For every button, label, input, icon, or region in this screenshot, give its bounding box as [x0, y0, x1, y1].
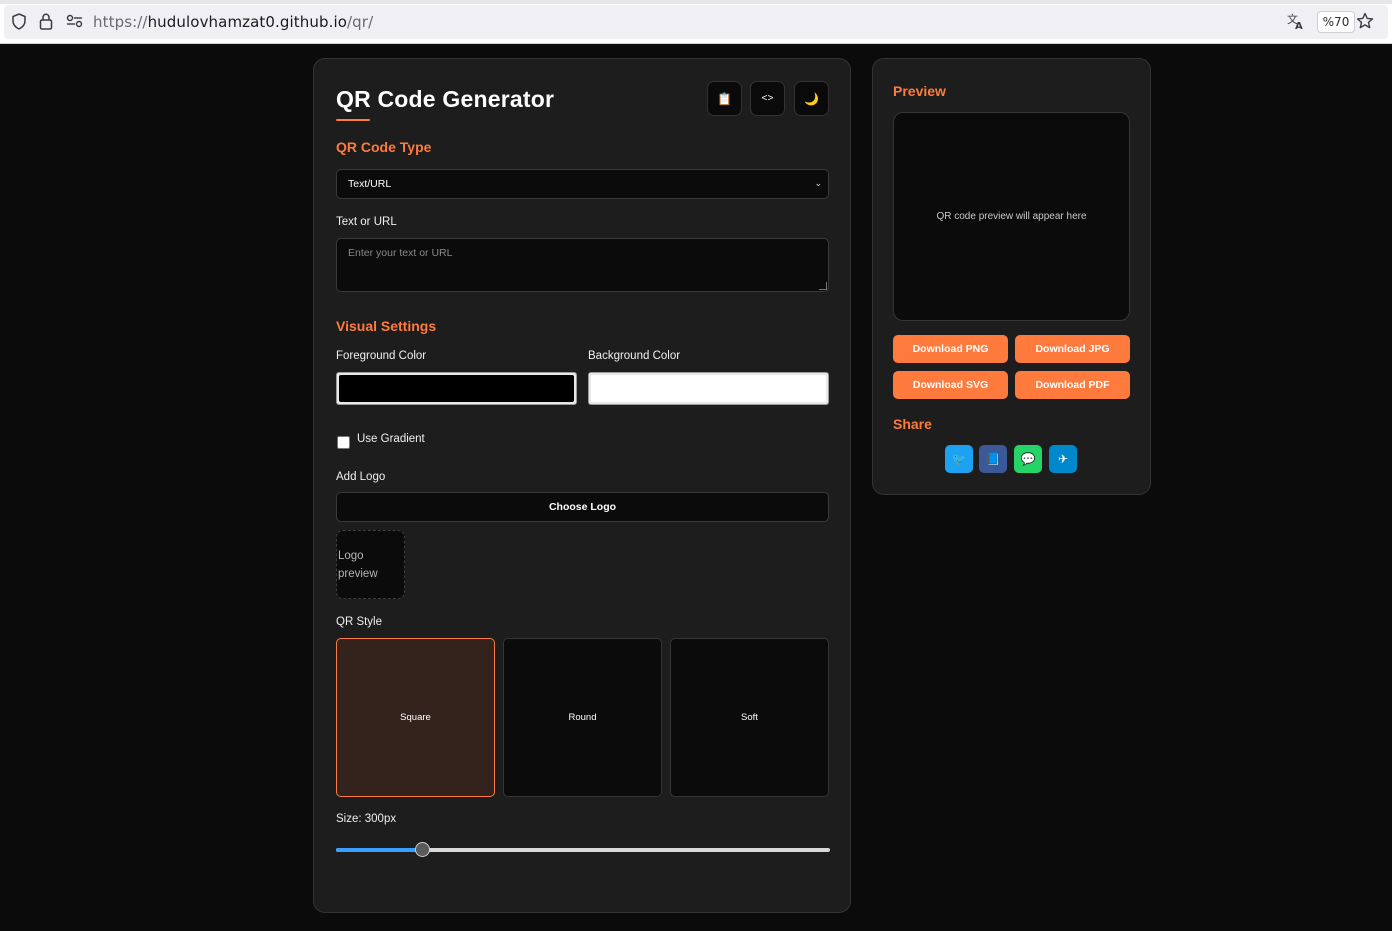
qr-type-select[interactable]: Text/URL ⌄	[336, 169, 829, 199]
qr-preview-area: QR code preview will appear here	[893, 112, 1130, 321]
use-gradient-label: Use Gradient	[357, 433, 425, 445]
url-text[interactable]: https://hudulovhamzat0.github.io/qr/	[93, 13, 373, 31]
text-url-label: Text or URL	[336, 216, 397, 228]
use-gradient-checkbox[interactable]	[337, 436, 350, 449]
style-option-soft[interactable]: Soft	[670, 638, 829, 797]
browser-toolbar: https://hudulovhamzat0.github.io/qr/ 文A …	[0, 0, 1392, 44]
share-whatsapp-button[interactable]: 💬	[1014, 445, 1042, 473]
foreground-color-label: Foreground Color	[336, 350, 427, 362]
visual-settings-heading: Visual Settings	[336, 318, 437, 334]
preview-heading: Preview	[893, 83, 946, 99]
logo-preview-line1: Logo	[338, 550, 364, 562]
moon-icon: 🌙	[804, 91, 819, 106]
generator-panel: QR Code Generator 📋 <> 🌙 QR Code Type Te…	[313, 58, 851, 913]
size-label: Size: 300px	[336, 813, 397, 825]
choose-logo-button[interactable]: Choose Logo	[336, 492, 829, 522]
text-url-input[interactable]: Enter your text or URL	[336, 238, 829, 292]
chevron-down-icon: ⌄	[814, 178, 822, 188]
code-icon: <>	[761, 93, 774, 104]
theme-toggle-button[interactable]: 🌙	[794, 81, 829, 116]
share-heading: Share	[893, 416, 932, 432]
title-underline	[336, 119, 370, 121]
share-telegram-button[interactable]: ✈	[1049, 445, 1077, 473]
background-color-label: Background Color	[588, 350, 681, 362]
zoom-level-badge[interactable]: %70	[1317, 11, 1355, 33]
clipboard-icon: 📋	[717, 91, 732, 106]
download-pdf-button[interactable]: Download PDF	[1015, 371, 1130, 399]
page-title: QR Code Generator	[336, 86, 555, 112]
url-scheme: https://	[93, 13, 148, 31]
style-option-square[interactable]: Square	[336, 638, 495, 797]
whatsapp-icon: 💬	[1020, 452, 1036, 466]
download-png-button[interactable]: Download PNG	[893, 335, 1008, 363]
download-svg-button[interactable]: Download SVG	[893, 371, 1008, 399]
style-option-round[interactable]: Round	[503, 638, 662, 797]
shield-icon[interactable]	[10, 12, 28, 30]
text-url-placeholder: Enter your text or URL	[348, 247, 453, 259]
svg-text:A: A	[1295, 21, 1303, 30]
foreground-color-picker[interactable]	[336, 372, 577, 405]
url-path: /qr/	[347, 13, 374, 31]
background-color-fill	[591, 375, 826, 402]
foreground-color-fill	[339, 375, 574, 402]
preview-placeholder: QR code preview will appear here	[936, 211, 1087, 222]
bookmark-star-icon[interactable]	[1356, 12, 1374, 30]
logo-preview-line2: preview	[338, 568, 378, 580]
qr-type-selected-value: Text/URL	[348, 178, 392, 190]
size-slider-thumb[interactable]	[414, 842, 430, 857]
resize-handle[interactable]	[819, 282, 827, 290]
share-facebook-button[interactable]: 📘	[979, 445, 1007, 473]
twitter-icon: 🐦	[951, 452, 967, 466]
telegram-icon: ✈	[1057, 452, 1069, 466]
translate-icon[interactable]: 文A	[1287, 12, 1305, 30]
lock-icon[interactable]	[37, 12, 55, 30]
site-settings-icon[interactable]	[65, 12, 83, 30]
qr-style-label: QR Style	[336, 616, 383, 628]
background-color-picker[interactable]	[588, 372, 829, 405]
download-jpg-button[interactable]: Download JPG	[1015, 335, 1130, 363]
qr-type-heading: QR Code Type	[336, 139, 432, 155]
logo-preview: Logo preview	[336, 530, 405, 599]
url-host: hudulovhamzat0.github.io	[147, 13, 348, 31]
address-bar[interactable]: https://hudulovhamzat0.github.io/qr/ 文A …	[4, 5, 1388, 39]
size-slider-fill	[336, 848, 423, 852]
add-logo-label: Add Logo	[336, 471, 386, 483]
preview-panel: Preview QR code preview will appear here…	[872, 58, 1151, 495]
embed-code-button[interactable]: <>	[750, 81, 785, 116]
share-twitter-button[interactable]: 🐦	[945, 445, 973, 473]
facebook-icon: 📘	[985, 452, 1001, 466]
paste-button[interactable]: 📋	[707, 81, 742, 116]
tab-strip-edge	[0, 0, 1392, 4]
size-slider-track[interactable]	[336, 848, 830, 852]
